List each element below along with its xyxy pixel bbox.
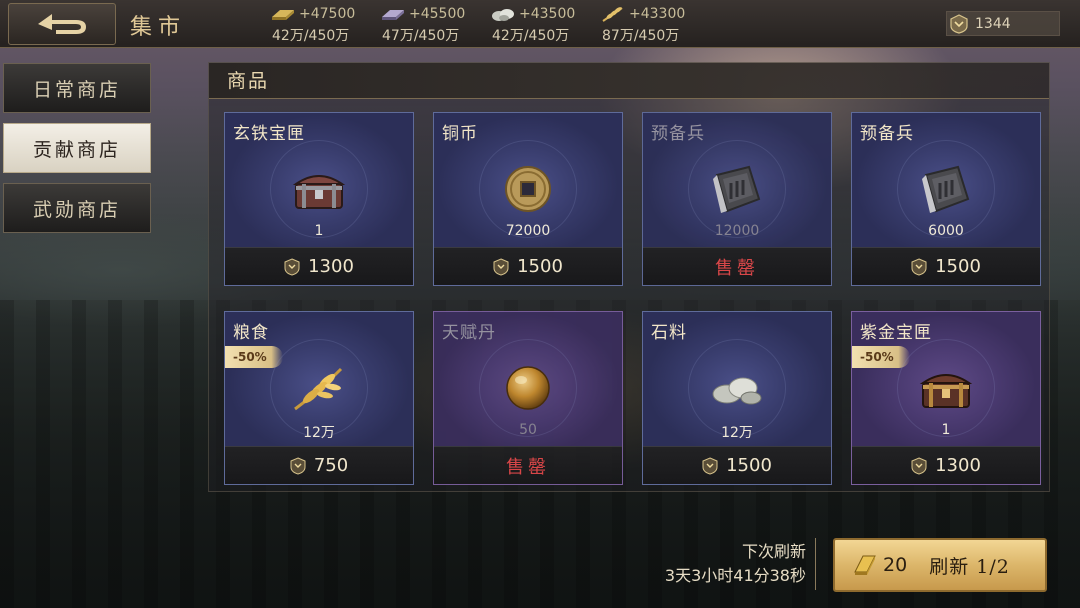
item-art	[682, 348, 792, 428]
price-bar: 1500	[643, 446, 831, 484]
wheat-icon	[294, 367, 343, 411]
price-bar: 1300	[225, 247, 413, 285]
resource-bar: +47500 42万/450万 +45500 47万/450万 +43500 4…	[270, 4, 696, 45]
resource-amount: +47500	[299, 6, 356, 22]
item-art	[473, 149, 583, 229]
resource-amount: +45500	[409, 6, 466, 22]
gold-ingot-icon	[854, 555, 876, 575]
merit-badge-icon	[702, 456, 718, 475]
item-name: 石料	[651, 323, 687, 343]
price-bar: 750	[225, 446, 413, 484]
item-name: 预备兵	[651, 124, 705, 144]
reserve-soldiers-icon	[922, 165, 970, 213]
shop-item-card[interactable]: 天赋丹 50 售罄	[433, 311, 623, 485]
shop-item-card[interactable]: 预备兵 12000 售罄	[642, 112, 832, 286]
price-bar: 售罄	[434, 446, 622, 484]
refresh-button-label: 刷新 1/2	[929, 555, 1010, 578]
sold-out-label: 售罄	[506, 456, 550, 478]
resource-stone: +43500 42万/450万	[490, 4, 586, 45]
merit-badge-icon	[950, 13, 968, 34]
refresh-timer: 下次刷新 3天3小时41分38秒	[665, 540, 806, 588]
purple-ore-icon	[382, 10, 404, 20]
refresh-button[interactable]: 20 刷新 1/2	[833, 538, 1047, 592]
back-arrow-icon	[38, 14, 86, 34]
talent-pill-icon	[506, 366, 550, 410]
page-title: 集市	[130, 15, 187, 40]
merit-badge-icon	[493, 257, 509, 276]
item-quantity: 1	[314, 223, 324, 239]
resource-amount: +43500	[519, 6, 576, 22]
item-quantity: 1	[941, 422, 951, 438]
tab-merit-shop[interactable]: 武勋商店	[3, 183, 151, 233]
resource-capacity: 42万/450万	[272, 28, 350, 44]
wheat-icon	[602, 7, 623, 22]
refresh-label: 下次刷新	[741, 542, 806, 561]
resource-amount: +43300	[629, 6, 686, 22]
copper-coin-icon	[505, 166, 551, 212]
item-quantity: 6000	[928, 223, 964, 239]
item-price: 750	[313, 455, 349, 476]
reserve-soldiers-icon	[713, 165, 761, 213]
iron-ingot-icon	[272, 10, 294, 20]
item-art	[682, 149, 792, 229]
item-name: 粮食	[233, 323, 269, 343]
panel-title: 商品	[209, 63, 1049, 99]
item-price: 1300	[935, 455, 981, 476]
shop-item-card[interactable]: 粮食 -50% 12万 750	[224, 311, 414, 485]
tab-daily-shop[interactable]: 日常商店	[3, 63, 151, 113]
item-name: 铜币	[442, 124, 478, 144]
price-bar: 售罄	[643, 247, 831, 285]
merit-badge-icon	[911, 456, 927, 475]
resource-ore: +45500 47万/450万	[380, 4, 476, 45]
item-price: 1500	[935, 256, 981, 277]
shop-item-card[interactable]: 预备兵 6000 1500	[851, 112, 1041, 286]
shop-item-card[interactable]: 石料 12万 1500	[642, 311, 832, 485]
resource-capacity: 47万/450万	[382, 28, 460, 44]
shop-item-card[interactable]: 紫金宝匣 -50% 1 1300	[851, 311, 1041, 485]
stone-icon	[492, 9, 514, 21]
price-bar: 1500	[434, 247, 622, 285]
item-art	[264, 149, 374, 229]
item-quantity: 12万	[303, 425, 335, 441]
merit-value: 1344	[975, 15, 1011, 32]
item-art	[891, 348, 1001, 428]
item-name: 预备兵	[860, 124, 914, 144]
item-name: 天赋丹	[442, 323, 496, 343]
item-art	[473, 348, 583, 428]
resource-iron: +47500 42万/450万	[270, 4, 366, 45]
shop-item-card[interactable]: 玄铁宝匣 1 1300	[224, 112, 414, 286]
item-quantity: 72000	[505, 223, 551, 239]
item-name: 紫金宝匣	[860, 323, 932, 343]
item-price: 1300	[308, 256, 354, 277]
resource-grain: +43300 87万/450万	[600, 4, 696, 45]
sold-out-label: 售罄	[715, 257, 759, 279]
refresh-cost: 20	[883, 554, 908, 576]
refresh-countdown: 3天3小时41分38秒	[664, 566, 806, 585]
purple-gold-chest-icon	[919, 374, 973, 408]
stone-icon	[712, 377, 762, 405]
item-quantity: 12000	[714, 223, 760, 239]
item-quantity: 12万	[721, 425, 753, 441]
shop-item-card[interactable]: 铜币 72000 1500	[433, 112, 623, 286]
back-button[interactable]	[8, 3, 116, 45]
divider	[815, 538, 816, 590]
merit-counter: 1344	[946, 11, 1060, 36]
item-quantity: 50	[519, 422, 537, 438]
merit-badge-icon	[284, 257, 300, 276]
item-price: 1500	[517, 256, 563, 277]
merit-badge-icon	[911, 257, 927, 276]
iron-chest-icon	[292, 175, 346, 209]
item-name: 玄铁宝匣	[233, 124, 305, 144]
tab-contribution-shop[interactable]: 贡献商店	[3, 123, 151, 173]
price-bar: 1300	[852, 446, 1040, 484]
top-bar: 集市 +47500 42万/450万 +45500 47万/450万 +4350…	[0, 0, 1080, 48]
merit-badge-icon	[290, 456, 306, 475]
item-price: 1500	[726, 455, 772, 476]
resource-capacity: 87万/450万	[602, 28, 680, 44]
item-art	[264, 348, 374, 428]
item-art	[891, 149, 1001, 229]
resource-capacity: 42万/450万	[492, 28, 570, 44]
price-bar: 1500	[852, 247, 1040, 285]
